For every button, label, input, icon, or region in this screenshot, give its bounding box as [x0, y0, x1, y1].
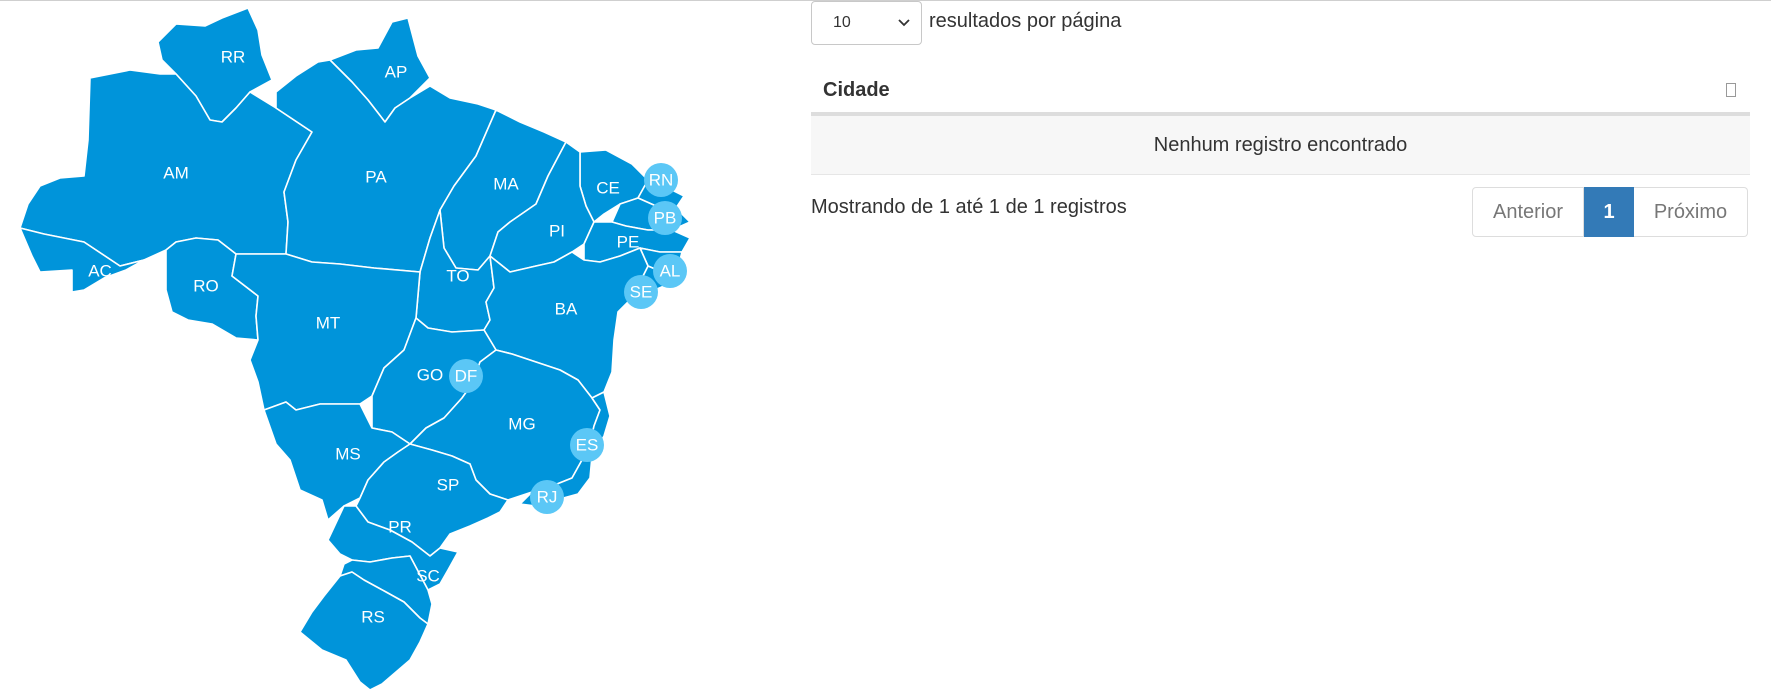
results-table: Cidade Nenhum registro encontrado: [811, 66, 1750, 175]
chevron-down-icon: [898, 19, 910, 27]
page-1-button[interactable]: 1: [1584, 187, 1634, 237]
brazil-map[interactable]: RR AP AM PA MA CE PI PE AC RO TO BA MT G…: [0, 0, 720, 696]
state-label-df: DF: [455, 366, 478, 385]
state-label-mg: MG: [508, 414, 535, 433]
next-page-button[interactable]: Próximo: [1634, 187, 1748, 237]
page-length-value: 10: [833, 14, 851, 31]
page-length-select[interactable]: 10: [811, 1, 922, 45]
bubble-es[interactable]: ES: [570, 428, 604, 462]
state-label-ms: MS: [335, 444, 361, 463]
state-label-rs: RS: [361, 607, 385, 626]
table-info: Mostrando de 1 até 1 de 1 registros: [811, 196, 1127, 218]
state-label-pa: PA: [365, 167, 387, 186]
bubble-rn[interactable]: RN: [644, 163, 678, 197]
state-label-mt: MT: [316, 313, 341, 332]
state-label-rr: RR: [221, 47, 246, 66]
bubble-al[interactable]: AL: [653, 254, 687, 288]
state-am[interactable]: AM: [19, 69, 313, 267]
pagination: Anterior 1 Próximo: [1472, 187, 1748, 237]
bubble-pb[interactable]: PB: [648, 201, 682, 235]
page-length-control: 10 resultados por página: [811, 1, 1121, 45]
state-label-ac: AC: [88, 261, 112, 280]
state-label-ma: MA: [493, 174, 519, 193]
page-length-label: resultados por página: [929, 9, 1122, 32]
state-label-pb: PB: [654, 208, 677, 227]
state-label-rn: RN: [649, 170, 674, 189]
state-label-to: TO: [446, 266, 469, 285]
empty-table-row: Nenhum registro encontrado: [811, 116, 1750, 175]
state-label-ro: RO: [193, 276, 219, 295]
state-label-sp: SP: [437, 475, 460, 494]
state-label-pe: PE: [617, 232, 640, 251]
state-label-go: GO: [417, 365, 443, 384]
state-label-rj: RJ: [537, 487, 558, 506]
state-label-sc: SC: [416, 566, 440, 585]
state-label-pr: PR: [388, 517, 412, 536]
column-header-label: Cidade: [823, 79, 890, 101]
bubble-df[interactable]: DF: [449, 359, 483, 393]
state-label-ba: BA: [555, 299, 578, 318]
state-label-ce: CE: [596, 178, 620, 197]
column-header-cidade[interactable]: Cidade: [811, 66, 1750, 116]
state-label-se: SE: [630, 282, 653, 301]
sort-icon: [1726, 83, 1736, 97]
bubble-se[interactable]: SE: [624, 275, 658, 309]
bubble-rj[interactable]: RJ: [530, 480, 564, 514]
state-label-al: AL: [660, 261, 681, 280]
previous-page-button[interactable]: Anterior: [1472, 187, 1584, 237]
state-label-ap: AP: [385, 62, 408, 81]
state-label-am: AM: [163, 163, 189, 182]
state-label-pi: PI: [549, 221, 565, 240]
state-label-es: ES: [576, 435, 599, 454]
